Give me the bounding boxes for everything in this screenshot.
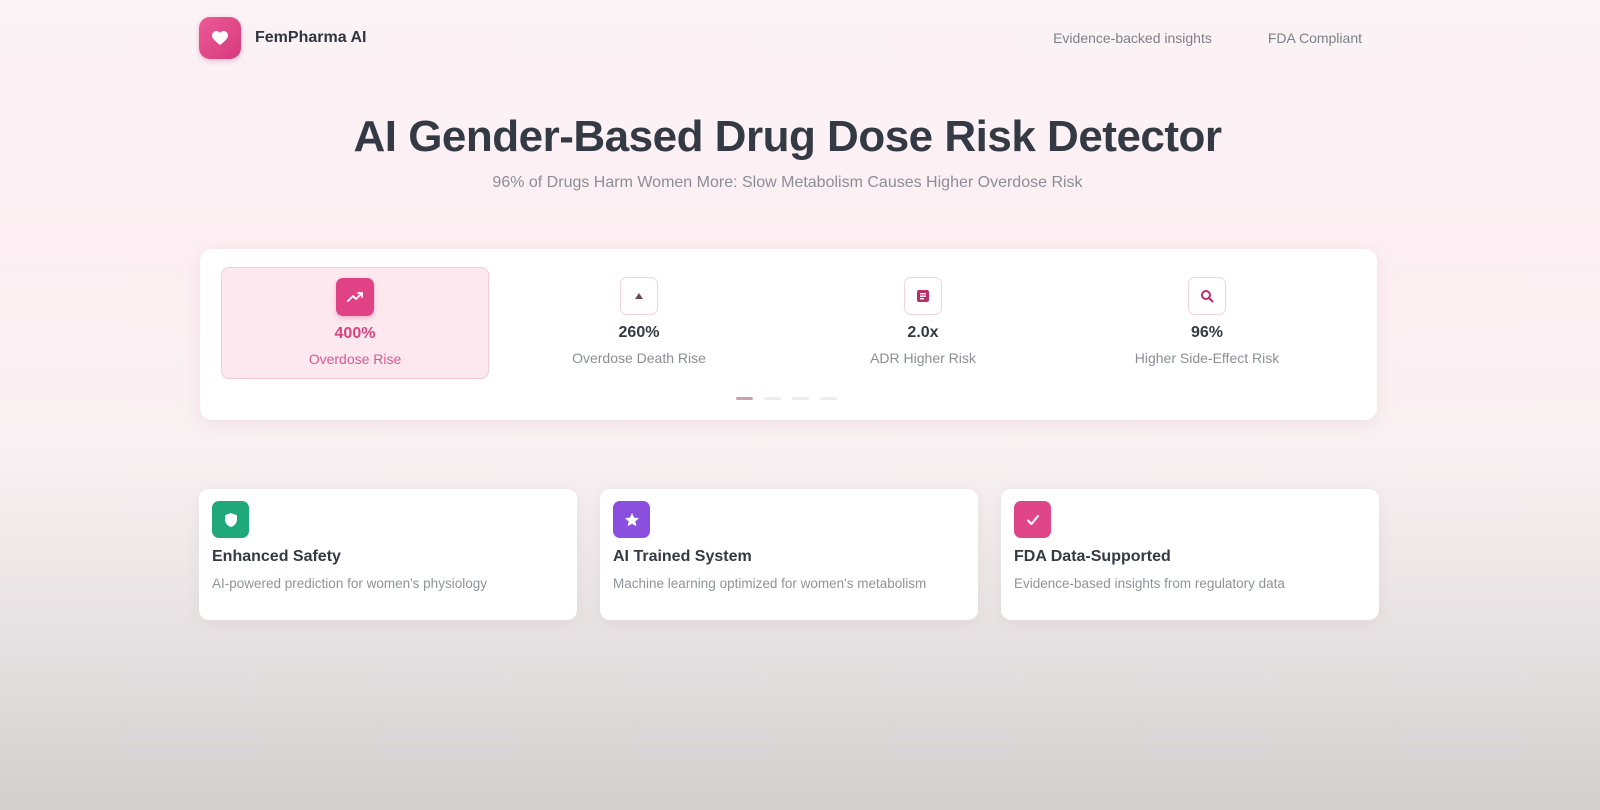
trending-up-icon [336, 278, 374, 316]
stat-adr-higher-risk[interactable]: 2.0x ADR Higher Risk [789, 267, 1057, 379]
carousel-indicators [736, 397, 837, 400]
document-icon [904, 277, 942, 315]
carousel-dot-2[interactable] [764, 397, 781, 400]
brand[interactable]: FemPharma AI [199, 17, 366, 59]
stat-label: Overdose Rise [308, 351, 402, 367]
stat-value: 2.0x [907, 324, 939, 341]
top-bar: FemPharma AI Evidence-backed insights FD… [199, 17, 1362, 59]
stat-value: 400% [334, 325, 376, 342]
stat-value: 96% [1190, 324, 1224, 341]
carousel-dot-3[interactable] [792, 397, 809, 400]
check-icon [1014, 501, 1051, 538]
feature-title: Enhanced Safety [212, 548, 341, 565]
feature-cards: Enhanced Safety AI-powered prediction fo… [199, 489, 1379, 620]
stat-higher-side-effect-risk[interactable]: 96% Higher Side-Effect Risk [1073, 267, 1341, 379]
stat-label: Overdose Death Rise [572, 350, 706, 366]
feature-description: Evidence-based insights from regulatory … [1014, 576, 1285, 591]
shield-icon [212, 501, 249, 538]
caret-up-icon [620, 277, 658, 315]
page-title: AI Gender-Based Drug Dose Risk Detector [353, 112, 1222, 161]
feature-card-fda-data-supported: FDA Data-Supported Evidence-based insigh… [1001, 489, 1379, 620]
star-icon [613, 501, 650, 538]
heart-logo-icon [199, 17, 241, 59]
feature-card-ai-trained-system: AI Trained System Machine learning optim… [600, 489, 978, 620]
nav-fda-compliant[interactable]: FDA Compliant [1268, 30, 1362, 46]
stats-carousel: 400% Overdose Rise 260% Overdose Death R… [200, 249, 1377, 420]
page-subtitle: 96% of Drugs Harm Women More: Slow Metab… [492, 174, 1083, 191]
stat-overdose-rise[interactable]: 400% Overdose Rise [221, 267, 489, 379]
stat-label: ADR Higher Risk [870, 350, 976, 366]
top-nav: Evidence-backed insights FDA Compliant [1053, 30, 1362, 46]
stat-label: Higher Side-Effect Risk [1134, 350, 1280, 366]
carousel-dot-1[interactable] [736, 397, 753, 400]
feature-description: AI-powered prediction for women's physio… [212, 576, 487, 591]
nav-evidence-backed-insights[interactable]: Evidence-backed insights [1053, 30, 1212, 46]
feature-description: Machine learning optimized for women's m… [613, 576, 927, 591]
stat-overdose-death-rise[interactable]: 260% Overdose Death Rise [505, 267, 773, 379]
feature-title: AI Trained System [613, 548, 752, 565]
feature-title: FDA Data-Supported [1014, 548, 1171, 565]
feature-card-enhanced-safety: Enhanced Safety AI-powered prediction fo… [199, 489, 577, 620]
stat-value: 260% [618, 324, 660, 341]
brand-name: FemPharma AI [255, 29, 367, 46]
hero: AI Gender-Based Drug Dose Risk Detector … [0, 112, 1575, 192]
carousel-dot-4[interactable] [820, 397, 837, 400]
search-icon [1188, 277, 1226, 315]
